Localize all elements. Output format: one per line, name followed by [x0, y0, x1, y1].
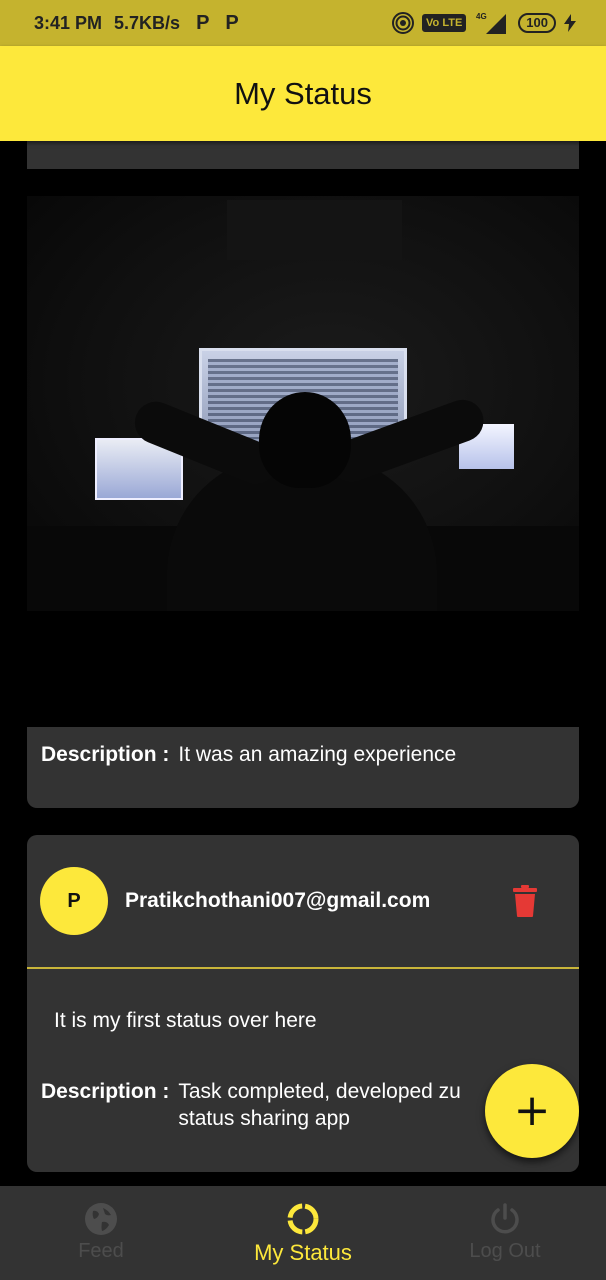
- description-text: It was an amazing experience: [178, 743, 457, 766]
- volte-icon: Vo LTE: [422, 14, 467, 32]
- nav-item-feed[interactable]: Feed: [0, 1186, 202, 1280]
- app-bar: My Status: [0, 46, 606, 141]
- nav-label: Log Out: [469, 1240, 541, 1262]
- description-label: Description :: [41, 1080, 170, 1103]
- user-email: Pratikchothani007@gmail.com: [125, 889, 431, 912]
- app-notification-icon: P: [196, 11, 210, 34]
- photo-detail: [227, 200, 402, 260]
- description-row: Description : It was an amazing experien…: [41, 741, 456, 768]
- clock: 3:41 PM: [34, 12, 103, 33]
- description-text: Task completed, developed zu status shar…: [178, 1080, 461, 1130]
- description-label: Description :: [41, 743, 170, 766]
- system-status-bar: 3:41 PM 5.7KB/s P P Vo LTE 4G 100: [0, 0, 606, 46]
- add-status-button[interactable]: +: [485, 1064, 579, 1158]
- nav-item-my-status[interactable]: My Status: [202, 1186, 404, 1280]
- avatar: P: [40, 867, 108, 935]
- signal-icon: 4G: [474, 10, 510, 36]
- circle-loader-icon: [286, 1202, 320, 1236]
- charging-icon: [564, 14, 576, 32]
- previous-card-edge: [27, 141, 579, 169]
- status-text: It is my first status over here: [54, 1009, 317, 1032]
- network-speed: 5.7KB/s: [114, 12, 181, 33]
- nav-label: Feed: [78, 1240, 124, 1262]
- nav-label: My Status: [254, 1240, 352, 1265]
- status-image[interactable]: [27, 196, 579, 611]
- description-row: Description : Task completed, developed …: [41, 1078, 491, 1132]
- delete-icon[interactable]: [513, 885, 537, 917]
- bottom-navigation: Feed My Status Log Out: [0, 1186, 606, 1280]
- status-card-header: P Pratikchothani007@gmail.com: [27, 835, 579, 969]
- network-type: 4G: [476, 12, 487, 21]
- photo-detail: [259, 392, 351, 488]
- globe-icon: [84, 1202, 118, 1236]
- plus-icon: +: [513, 1085, 551, 1136]
- status-card-footer: Description : It was an amazing experien…: [27, 727, 579, 808]
- hotspot-icon: [392, 12, 415, 34]
- page-title: My Status: [234, 75, 372, 111]
- app-notification-icon: P: [225, 11, 239, 34]
- power-icon: [488, 1202, 522, 1236]
- nav-item-log-out[interactable]: Log Out: [404, 1186, 606, 1280]
- battery-icon: 100: [518, 13, 556, 33]
